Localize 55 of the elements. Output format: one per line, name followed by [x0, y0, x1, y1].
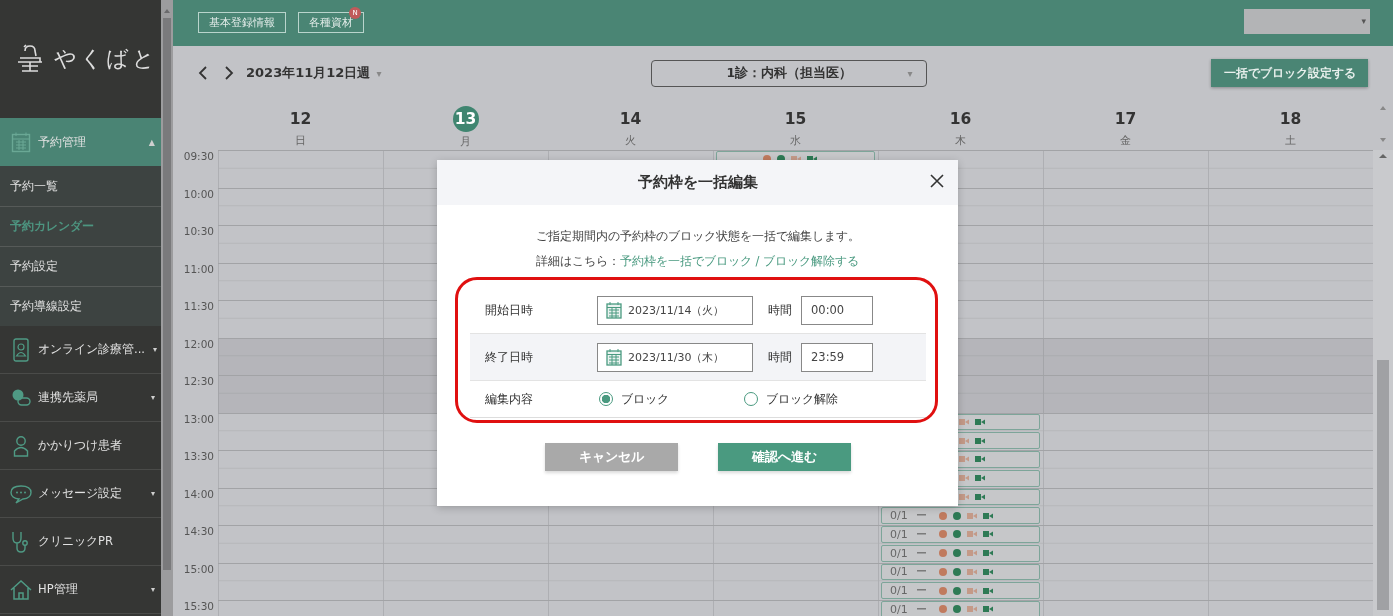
day-number: 16: [948, 108, 973, 130]
appointment-slot[interactable]: 0/1 ー: [881, 582, 1040, 599]
department-select[interactable]: 1診：内科（担当医） ▾: [651, 59, 928, 87]
field-label: 時間: [768, 348, 793, 366]
time-label: 10:30: [183, 225, 215, 237]
field-label: 終了日時: [485, 348, 534, 366]
field-label: 時間: [768, 301, 793, 319]
day-number: 14: [618, 108, 643, 130]
date-field[interactable]: 2023/11/14（火）: [597, 295, 753, 325]
details-link[interactable]: 予約枠を一括でブロック / ブロック解除する: [619, 254, 860, 268]
weekday-label: 金: [1120, 134, 1131, 148]
time-label: 13:00: [183, 412, 215, 425]
weekday-label: 水: [790, 134, 801, 148]
field-label: 編集内容: [485, 390, 534, 408]
appointment-slot[interactable]: 0/1 ー: [881, 526, 1040, 543]
time-label: 11:30: [183, 300, 215, 312]
time-label: 14:30: [183, 525, 215, 537]
appointment-slot[interactable]: 0/1 ー: [881, 507, 1040, 524]
day-number: 17: [1113, 108, 1138, 130]
day-number: 12: [288, 108, 313, 130]
radio-option[interactable]: ブロック: [597, 390, 742, 408]
logo-text: やくばと: [54, 45, 158, 73]
description-text: ご指定期間内の予約枠のブロック状態を一括で編集します。: [534, 228, 861, 244]
radio-option[interactable]: ブロック解除: [742, 390, 887, 408]
time-label: 12:00: [183, 337, 215, 350]
appointment-slot[interactable]: 0/1 ー: [881, 544, 1040, 562]
day-number: 15: [783, 108, 808, 130]
time-field[interactable]: 00:00: [801, 295, 873, 325]
time-label: 13:30: [183, 450, 215, 462]
time-label: 09:30: [183, 150, 215, 162]
appointment-slot[interactable]: 0/1 ー: [881, 601, 1040, 616]
header-button[interactable]: 基本登録情報: [198, 11, 286, 33]
time-label: 14:00: [183, 487, 215, 500]
weekday-label: 木: [955, 134, 966, 148]
day-number: 18: [1278, 108, 1303, 130]
time-label: 12:30: [183, 375, 215, 387]
details-label: 詳細はこちら：: [535, 254, 620, 268]
weekday-label: 土: [1285, 134, 1296, 148]
week-label[interactable]: 2023年11月12日週: [246, 64, 371, 82]
dialog-title: 予約枠を一括編集: [637, 173, 758, 192]
weekday-label: 月: [460, 135, 471, 149]
date-field[interactable]: 2023/11/30（木）: [597, 342, 753, 372]
account-menu[interactable]: ▾: [1244, 8, 1370, 34]
time-field[interactable]: 23:59: [801, 342, 873, 372]
field-label: 開始日時: [485, 301, 534, 319]
time-label: 11:00: [183, 262, 215, 275]
time-label: 15:00: [183, 562, 215, 575]
weekday-label: 日: [295, 134, 306, 148]
weekday-label: 火: [625, 134, 636, 148]
day-number: 13: [452, 106, 479, 132]
sidebar-item[interactable]: 予約管理 ▲: [0, 118, 161, 166]
time-label: 10:00: [183, 187, 215, 200]
bulk-block-button[interactable]: 一括でブロック設定する: [1211, 59, 1368, 87]
time-label: 15:30: [183, 600, 215, 612]
sidebar-subitem[interactable]: 予約一覧: [0, 166, 161, 206]
